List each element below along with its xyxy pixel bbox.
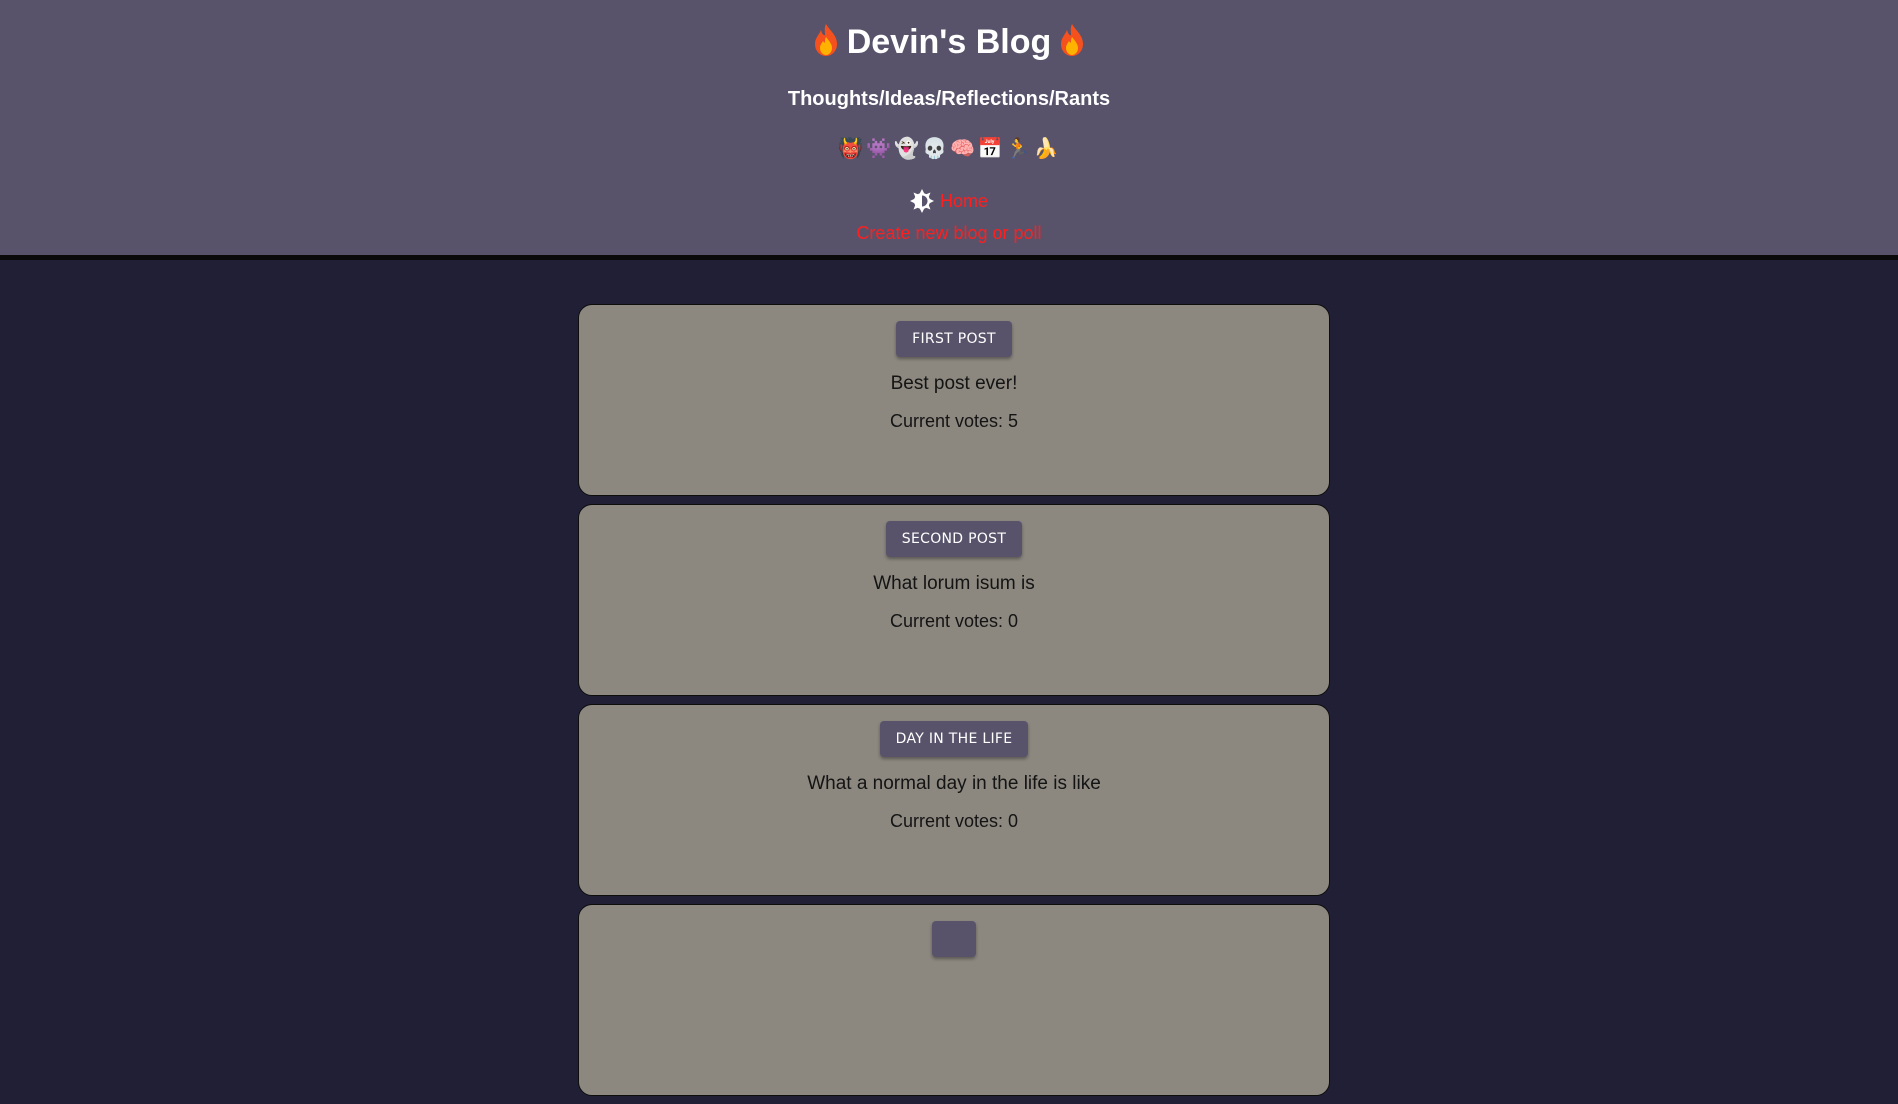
- post-card: FIRST POST Best post ever! Current votes…: [578, 304, 1330, 496]
- nav-home-row: Home: [0, 189, 1898, 213]
- nav-create-row: Create new blog or poll: [0, 223, 1898, 244]
- post-votes: Current votes: 0: [889, 811, 1019, 831]
- calendar-icon: 📅: [977, 138, 1004, 160]
- post-card: [578, 904, 1330, 1096]
- post-feed: FIRST POST Best post ever! Current votes…: [578, 304, 1330, 1104]
- post-title-button[interactable]: FIRST POST: [896, 321, 1012, 357]
- ghost-icon: 👻: [894, 138, 921, 160]
- fire-icon: [1061, 24, 1084, 56]
- runner-icon: 🏃: [1005, 138, 1032, 160]
- site-title: Devin's Blog: [846, 23, 1052, 61]
- post-description: Best post ever!: [890, 373, 1018, 394]
- theme-toggle-icon[interactable]: [909, 189, 934, 213]
- post-votes: Current votes: 0: [889, 611, 1019, 631]
- post-description: What a normal day in the life is like: [807, 773, 1101, 794]
- alien-monster-icon: 👾: [866, 138, 893, 160]
- fire-icon: [814, 24, 837, 56]
- post-title-button[interactable]: DAY IN THE LIFE: [879, 721, 1029, 757]
- site-header: Devin's Blog Thoughts/Ideas/Reflections/…: [0, 0, 1898, 260]
- brain-icon: 🧠: [950, 138, 976, 160]
- post-card: DAY IN THE LIFE What a normal day in the…: [578, 704, 1330, 896]
- post-votes: Current votes: 5: [889, 411, 1019, 431]
- banana-icon: 🍌: [1033, 138, 1060, 160]
- post-title-button[interactable]: [932, 921, 976, 957]
- nav-create-link[interactable]: Create new blog or poll: [856, 223, 1041, 243]
- post-description: What lorum isum is: [873, 573, 1035, 594]
- ogre-icon: 👹: [838, 138, 865, 160]
- nav-home-link[interactable]: Home: [940, 191, 988, 211]
- emoji-row: 👹 👾 👻 💀 🧠 📅 🏃 🍌: [0, 136, 1898, 162]
- post-card: SECOND POST What lorum isum is Current v…: [578, 504, 1330, 696]
- post-title-button[interactable]: SECOND POST: [885, 521, 1023, 557]
- site-subtitle: Thoughts/Ideas/Reflections/Rants: [787, 88, 1111, 110]
- site-title-row: Devin's Blog: [0, 18, 1898, 66]
- skull-icon: 💀: [922, 138, 948, 160]
